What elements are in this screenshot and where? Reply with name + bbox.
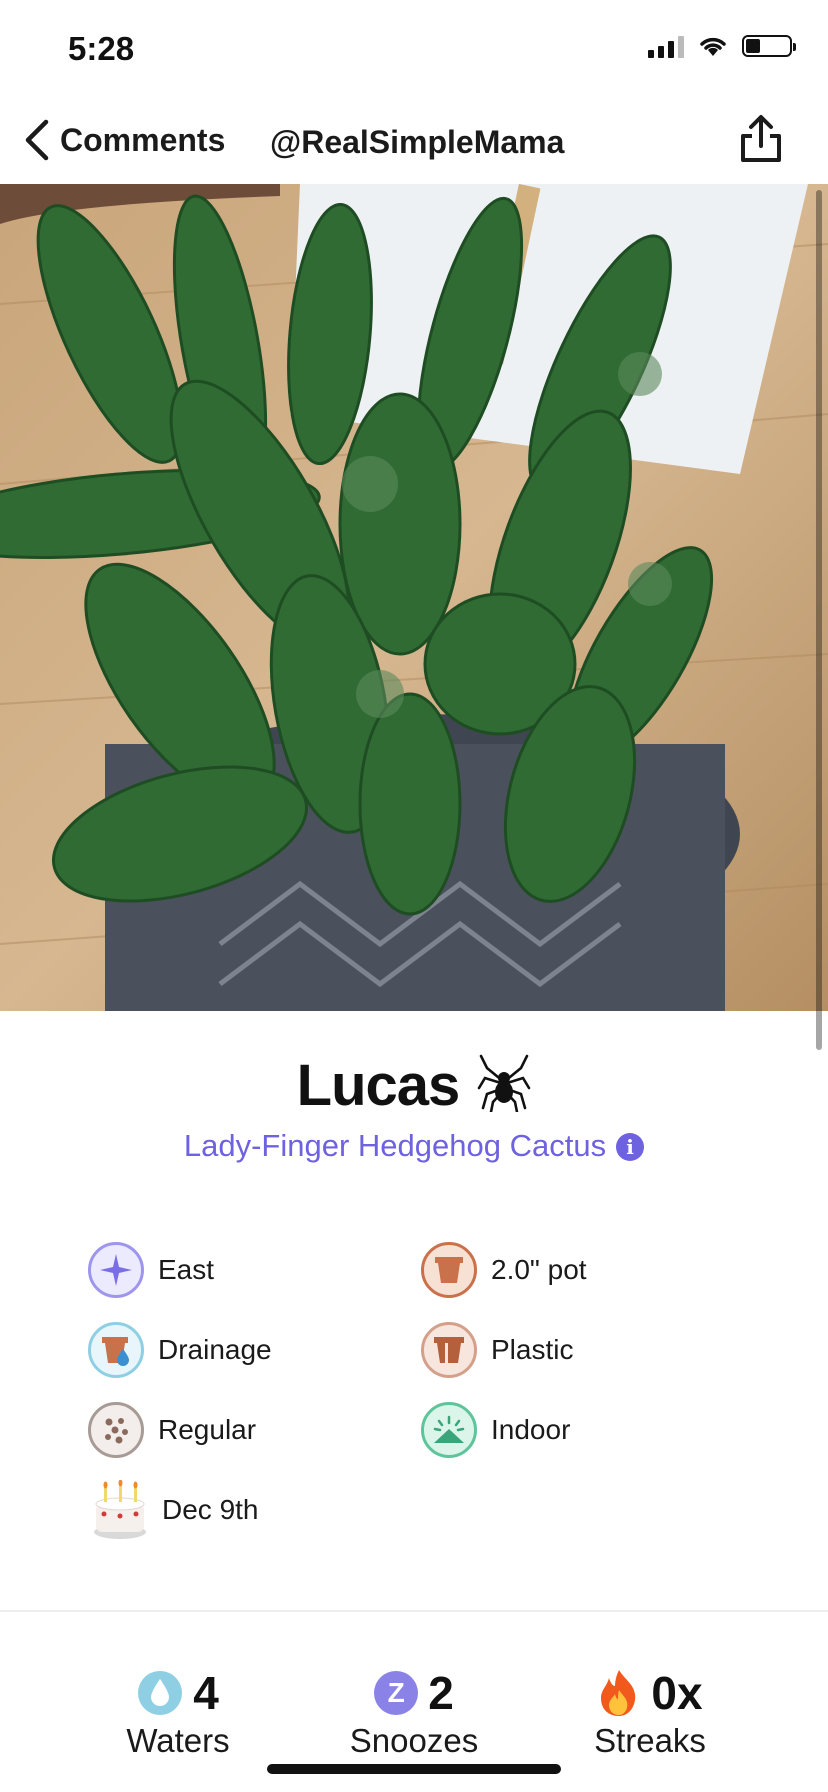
attribute-orientation[interactable]: East bbox=[88, 1242, 214, 1298]
attribute-pot-size[interactable]: 2.0" pot bbox=[421, 1242, 587, 1298]
navigation-bar: Comments @RealSimpleMama bbox=[0, 100, 828, 184]
attribute-label: Plastic bbox=[491, 1334, 574, 1365]
stat-streaks[interactable]: 0x Streaks bbox=[530, 1666, 770, 1760]
stat-label: Waters bbox=[126, 1722, 230, 1759]
stat-snoozes[interactable]: Z 2 Snoozes bbox=[294, 1666, 534, 1760]
pot-size-icon bbox=[421, 1242, 477, 1298]
home-indicator[interactable] bbox=[267, 1764, 561, 1774]
snooze-icon: Z bbox=[374, 1671, 419, 1715]
plant-photo bbox=[0, 184, 828, 1011]
section-divider bbox=[0, 1610, 828, 1612]
attribute-location[interactable]: Indoor bbox=[421, 1402, 570, 1458]
plant-species[interactable]: Lady-Finger Hedgehog Cactus i bbox=[0, 1128, 828, 1164]
cellular-signal-icon bbox=[648, 34, 684, 58]
species-label: Lady-Finger Hedgehog Cactus bbox=[183, 1128, 607, 1163]
status-bar: 5:28 bbox=[0, 0, 828, 90]
attribute-label: 2.0" pot bbox=[491, 1254, 587, 1285]
soil-icon bbox=[88, 1402, 144, 1458]
pot-material-icon bbox=[421, 1322, 477, 1378]
fire-icon bbox=[601, 1670, 636, 1716]
stat-value: 0x bbox=[651, 1667, 703, 1719]
stat-label: Snoozes bbox=[349, 1722, 479, 1759]
attribute-birthday[interactable]: Dec 9th bbox=[92, 1480, 259, 1540]
info-icon[interactable]: i bbox=[616, 1133, 645, 1161]
birthday-cake-icon bbox=[92, 1480, 148, 1540]
chevron-left-icon bbox=[25, 119, 49, 161]
battery-icon bbox=[742, 35, 796, 57]
plant-name: Lucas bbox=[0, 1052, 828, 1126]
share-button[interactable] bbox=[738, 114, 784, 169]
status-time: 5:28 bbox=[68, 30, 135, 67]
stat-waters[interactable]: 4 Waters bbox=[58, 1666, 298, 1760]
attribute-material[interactable]: Plastic bbox=[421, 1322, 573, 1378]
scrollbar[interactable] bbox=[816, 190, 822, 1050]
attribute-drainage[interactable]: Drainage bbox=[88, 1322, 272, 1378]
attribute-soil[interactable]: Regular bbox=[88, 1402, 256, 1458]
plant-name-text: Lucas bbox=[296, 1053, 461, 1118]
user-handle[interactable]: @RealSimpleMama bbox=[270, 124, 564, 161]
compass-star-icon bbox=[88, 1242, 144, 1298]
attribute-label: Dec 9th bbox=[162, 1494, 259, 1525]
indoor-sun-icon bbox=[421, 1402, 477, 1458]
attribute-label: Drainage bbox=[158, 1334, 272, 1365]
attribute-label: Regular bbox=[158, 1414, 257, 1445]
spider-icon bbox=[477, 1054, 531, 1126]
snooze-icon-text: Z bbox=[387, 1677, 405, 1708]
share-icon bbox=[741, 115, 781, 162]
drainage-pot-icon bbox=[88, 1322, 144, 1378]
stat-value: 4 bbox=[193, 1667, 219, 1719]
water-drop-icon bbox=[138, 1671, 183, 1715]
status-icons bbox=[648, 34, 796, 58]
attribute-label: East bbox=[158, 1254, 215, 1285]
stat-value: 2 bbox=[428, 1667, 454, 1719]
back-button-label: Comments bbox=[60, 121, 226, 158]
stat-label: Streaks bbox=[594, 1722, 706, 1759]
attribute-label: Indoor bbox=[491, 1414, 571, 1445]
wifi-icon bbox=[700, 37, 726, 56]
back-button[interactable]: Comments bbox=[22, 118, 225, 162]
